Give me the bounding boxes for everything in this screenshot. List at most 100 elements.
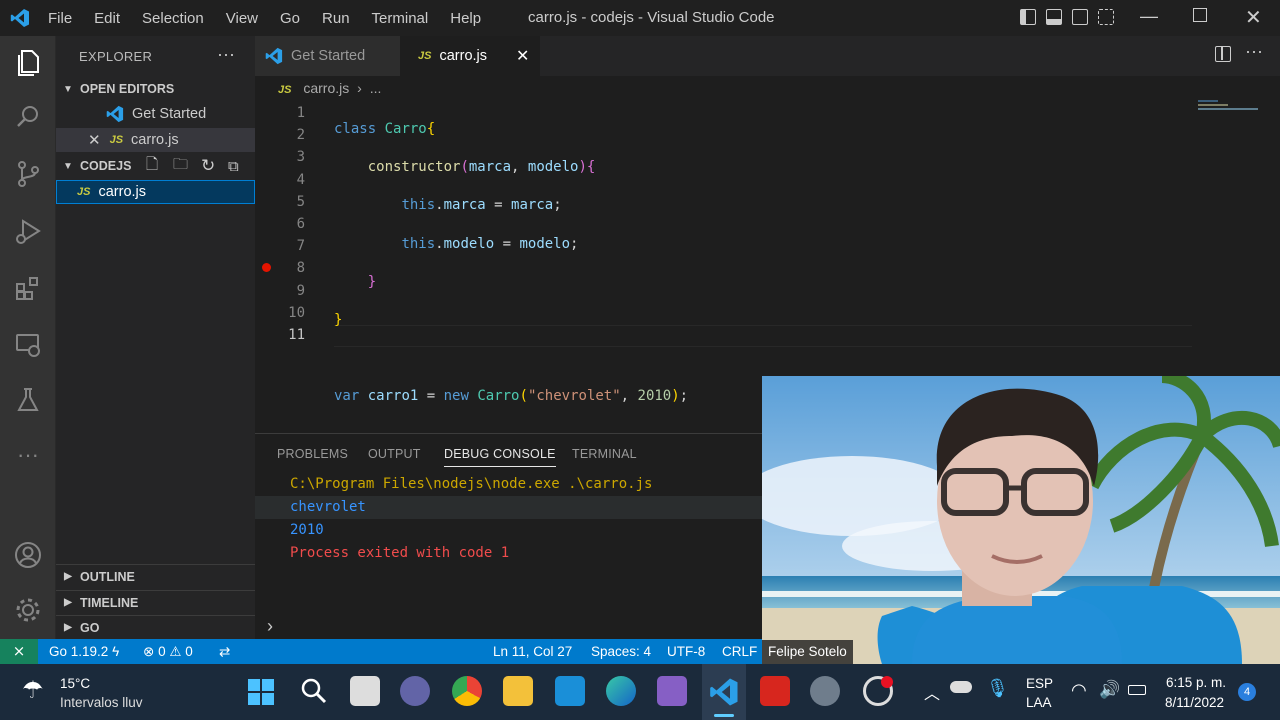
debug-status-icon[interactable]: ⇄ xyxy=(219,644,230,660)
tab-output[interactable]: OUTPUT xyxy=(368,447,421,461)
close-window-icon[interactable]: ✕ xyxy=(1245,5,1262,30)
error-count: 0 xyxy=(158,644,166,659)
tab-terminal[interactable]: TERMINAL xyxy=(572,447,637,461)
extensions-icon[interactable] xyxy=(14,274,42,302)
accounts-icon[interactable] xyxy=(14,541,42,569)
new-file-icon[interactable]: 🗋 xyxy=(146,154,158,179)
chevron-down-icon: ▼ xyxy=(63,160,73,172)
more-icon[interactable]: ··· xyxy=(14,441,42,469)
timeline-header[interactable]: ▶ TIMELINE xyxy=(56,590,255,614)
timeline-label: TIMELINE xyxy=(80,595,139,610)
cursor-position[interactable]: Ln 11, Col 27 xyxy=(493,644,572,659)
line-number: 5 xyxy=(296,193,305,210)
weather-temp[interactable]: 15°C xyxy=(60,676,90,691)
menu-view[interactable]: View xyxy=(226,10,258,27)
settings-gear-icon[interactable] xyxy=(14,596,42,624)
source-control-icon[interactable] xyxy=(14,160,42,188)
teams-chat-icon[interactable] xyxy=(400,676,430,706)
vscode-taskbar-icon[interactable] xyxy=(709,677,739,712)
search-taskbar-icon[interactable] xyxy=(298,676,328,711)
tray-chevron-up-icon[interactable]: ︿ xyxy=(924,680,940,704)
settings-taskbar-icon[interactable] xyxy=(810,676,840,706)
restore-icon[interactable] xyxy=(1193,8,1207,22)
run-debug-icon[interactable] xyxy=(14,217,42,245)
remote-explorer-icon[interactable] xyxy=(14,331,42,359)
console-input-chevron-icon[interactable]: › xyxy=(267,616,273,637)
battery-icon[interactable] xyxy=(1128,685,1146,695)
search-icon[interactable] xyxy=(14,103,42,131)
code-line: constructor(marca, modelo){ xyxy=(367,159,596,176)
breadcrumb-more[interactable]: ... xyxy=(370,80,382,96)
explorer-icon[interactable] xyxy=(14,48,42,76)
toggle-secondary-sidebar-icon[interactable] xyxy=(1072,9,1088,25)
wifi-icon[interactable]: ◠ xyxy=(1071,680,1087,701)
clock-time[interactable]: 6:15 p. m. xyxy=(1166,675,1226,690)
vscode-logo-icon xyxy=(10,8,30,28)
console-output: chevrolet xyxy=(290,499,366,515)
menu-help[interactable]: Help xyxy=(450,10,481,27)
mail-icon[interactable] xyxy=(555,676,585,706)
edge-icon[interactable] xyxy=(606,676,636,706)
remote-indicator-icon[interactable]: ⨯ xyxy=(0,639,38,665)
line-number: 3 xyxy=(296,149,305,166)
title-bar: File Edit Selection View Go Run Terminal… xyxy=(0,0,1280,36)
tab-carro[interactable]: JS carro.js ✕ xyxy=(400,36,540,76)
minimap[interactable] xyxy=(1198,100,1268,118)
close-editor-icon[interactable]: ✕ xyxy=(88,131,101,149)
visual-studio-icon[interactable] xyxy=(657,676,687,706)
menu-go[interactable]: Go xyxy=(280,10,300,27)
collapse-all-icon[interactable]: ⧉ xyxy=(228,158,239,175)
encoding[interactable]: UTF-8 xyxy=(667,644,705,659)
toggle-sidebar-icon[interactable] xyxy=(1020,9,1036,25)
clock-date[interactable]: 8/11/2022 xyxy=(1165,695,1224,710)
go-version[interactable]: Go 1.19.2 ϟ xyxy=(49,644,119,659)
new-folder-icon[interactable]: 🗀 xyxy=(173,154,188,179)
open-editors-header[interactable]: ▼ OPEN EDITORS xyxy=(56,77,255,101)
tab-debug-console[interactable]: DEBUG CONSOLE xyxy=(444,447,556,467)
acrobat-icon[interactable] xyxy=(760,676,790,706)
keyboard-layout[interactable]: LAA xyxy=(1026,695,1052,710)
file-explorer-icon[interactable] xyxy=(503,676,533,706)
notification-badge[interactable]: 4 xyxy=(1238,683,1256,701)
toggle-panel-icon[interactable] xyxy=(1046,9,1062,25)
console-output: 2010 xyxy=(290,522,324,538)
onedrive-icon[interactable] xyxy=(950,681,972,693)
menu-run[interactable]: Run xyxy=(322,10,350,27)
volume-icon[interactable]: 🔊 xyxy=(1099,680,1120,700)
editor-more-icon[interactable]: ··· xyxy=(1245,41,1263,62)
menu-edit[interactable]: Edit xyxy=(94,10,120,27)
language-code[interactable]: ESP xyxy=(1026,676,1053,691)
breakpoint-icon[interactable] xyxy=(262,263,271,272)
menu-file[interactable]: File xyxy=(48,10,72,27)
open-editor-get-started[interactable]: Get Started xyxy=(56,102,255,126)
explorer-more-icon[interactable]: ··· xyxy=(217,44,235,65)
outline-header[interactable]: ▶ OUTLINE xyxy=(56,564,255,588)
breadcrumb-file[interactable]: carro.js xyxy=(303,80,349,96)
line-ending[interactable]: CRLF xyxy=(722,644,757,659)
chrome-icon[interactable] xyxy=(452,676,482,706)
minimize-icon[interactable]: — xyxy=(1140,6,1158,27)
tab-get-started[interactable]: Get Started xyxy=(255,36,400,76)
menu-terminal[interactable]: Terminal xyxy=(372,10,429,27)
problems-indicator[interactable]: ⊗ 0 ⚠ 0 xyxy=(143,644,193,660)
refresh-icon[interactable]: ↻ xyxy=(201,156,215,176)
task-view-icon[interactable] xyxy=(350,676,380,706)
microphone-icon[interactable]: 🎙 xyxy=(986,678,1009,699)
menu-selection[interactable]: Selection xyxy=(142,10,204,27)
codejs-folder-header[interactable]: ▼ CODEJS 🗋 🗀 ↻ ⧉ xyxy=(56,154,255,178)
chevron-down-icon: ▼ xyxy=(63,83,73,95)
customize-layout-icon[interactable] xyxy=(1098,9,1114,25)
open-editor-carro[interactable]: ✕ JS carro.js xyxy=(56,128,255,152)
testing-icon[interactable] xyxy=(14,386,42,414)
close-tab-icon[interactable]: ✕ xyxy=(516,46,529,66)
split-editor-icon[interactable] xyxy=(1215,46,1231,62)
go-header[interactable]: ▶ GO xyxy=(56,615,255,639)
file-carro[interactable]: JS carro.js xyxy=(56,180,255,204)
weather-desc[interactable]: Intervalos lluv xyxy=(60,695,143,710)
file-label: carro.js xyxy=(98,184,147,200)
indentation[interactable]: Spaces: 4 xyxy=(591,644,651,659)
line-number: 9 xyxy=(296,282,305,299)
windows-start-icon[interactable] xyxy=(247,678,275,706)
tab-problems[interactable]: PROBLEMS xyxy=(277,447,348,461)
weather-icon[interactable]: ☂ xyxy=(22,676,44,705)
